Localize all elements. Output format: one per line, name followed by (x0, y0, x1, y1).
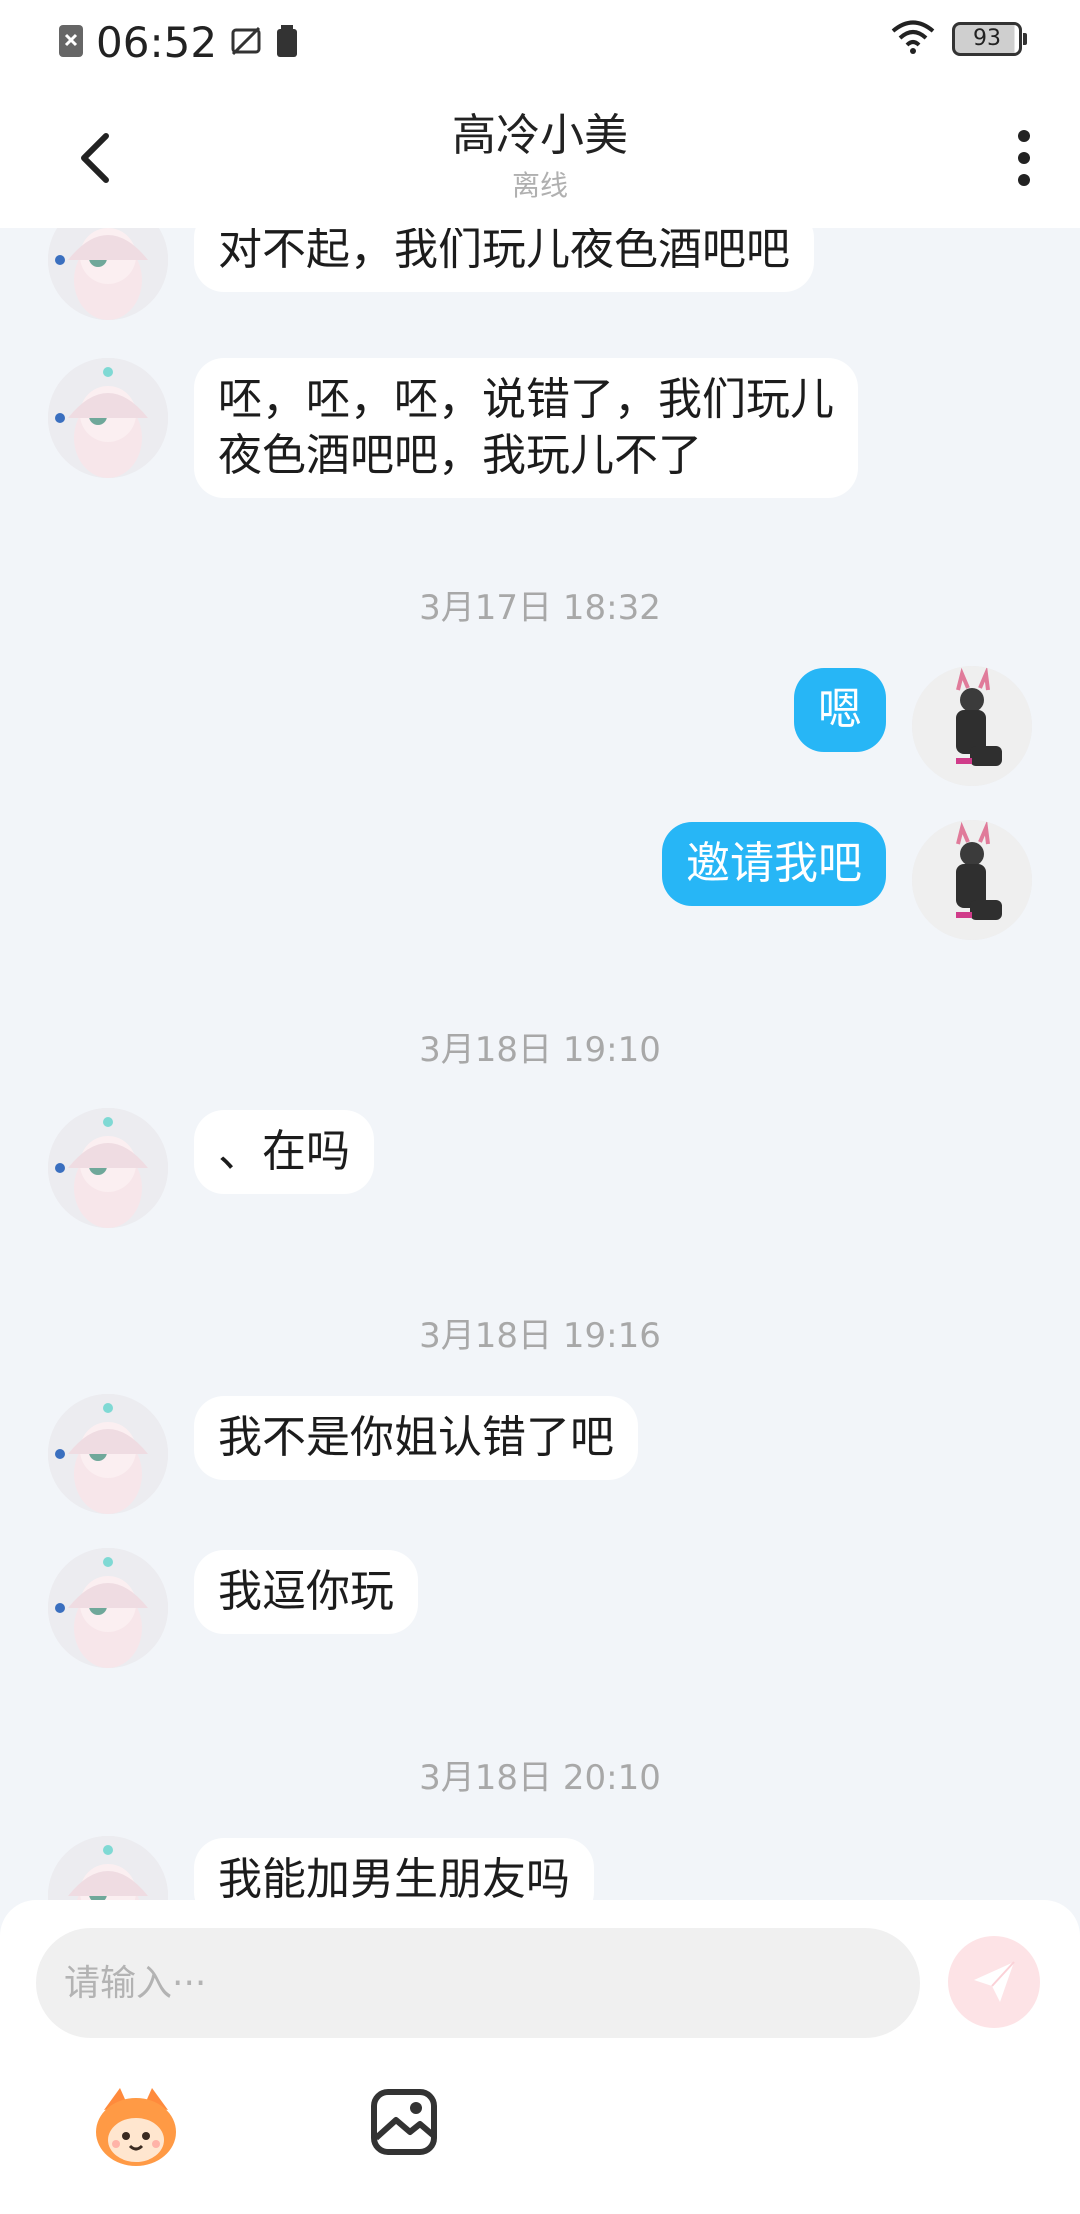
message-bubble[interactable]: 我能加男生朋友吗 (194, 1838, 594, 1900)
contact-name: 高冷小美 (452, 110, 628, 161)
contact-status: 离线 (511, 169, 568, 202)
image-picker-button[interactable] (368, 2086, 440, 2158)
no-sim-icon (58, 24, 84, 62)
contact-avatar[interactable] (48, 1836, 168, 1900)
send-button[interactable] (948, 1936, 1040, 2028)
status-right: 93 (890, 20, 1027, 58)
more-button[interactable] (1004, 128, 1044, 188)
chat-header: 高冷小美 离线 (0, 88, 1080, 228)
message-bubble[interactable]: 邀请我吧 (662, 822, 886, 906)
status-left: 06:52 (58, 18, 299, 67)
contact-avatar[interactable] (48, 1548, 168, 1668)
battery-level: 93 (952, 22, 1027, 56)
emoji-mascot-icon (96, 2088, 176, 2166)
time-divider: 3月17日 18:32 (419, 588, 661, 628)
message-bubble[interactable]: 、在吗 (194, 1110, 374, 1194)
time-divider: 3月18日 19:10 (419, 1030, 661, 1070)
message-bubble[interactable]: 对不起，我们玩儿夜色酒吧吧 (194, 228, 814, 292)
contact-avatar[interactable] (48, 1394, 168, 1514)
emoji-button[interactable] (90, 2080, 182, 2172)
message-bubble[interactable]: 我不是你姐认错了吧 (194, 1396, 638, 1480)
contact-avatar[interactable] (48, 358, 168, 478)
status-bar: 06:52 93 (0, 0, 1080, 88)
time-divider: 3月18日 19:16 (419, 1316, 661, 1356)
screenshot-icon (229, 24, 263, 62)
image-icon (371, 2089, 437, 2155)
message-bubble[interactable]: 呸，呸，呸，说错了，我们玩儿 夜色酒吧吧，我玩儿不了 (194, 358, 858, 498)
message-bubble[interactable]: 嗯 (794, 668, 886, 752)
message-line: 夜色酒吧吧，我玩儿不了 (218, 430, 702, 481)
time-divider: 3月18日 20:10 (419, 1758, 661, 1798)
my-avatar[interactable] (912, 820, 1032, 940)
wifi-icon (890, 20, 936, 58)
contact-avatar[interactable] (48, 228, 168, 320)
more-vertical-icon (1018, 130, 1030, 186)
composer (0, 1900, 1080, 2214)
message-input[interactable] (36, 1928, 920, 2038)
battery-saver-icon (275, 24, 299, 62)
contact-avatar[interactable] (48, 1108, 168, 1228)
message-list[interactable]: 对不起，我们玩儿夜色酒吧吧 呸，呸，呸，说错了，我们玩儿 夜色酒吧吧，我玩儿不了… (0, 228, 1080, 1900)
message-bubble[interactable]: 我逗你玩 (194, 1550, 418, 1634)
status-time: 06:52 (96, 18, 218, 67)
title-block: 高冷小美 离线 (0, 108, 1080, 204)
paper-plane-icon (974, 1961, 1015, 2002)
message-line: 呸，呸，呸，说错了，我们玩儿 (218, 374, 834, 425)
my-avatar[interactable] (912, 666, 1032, 786)
